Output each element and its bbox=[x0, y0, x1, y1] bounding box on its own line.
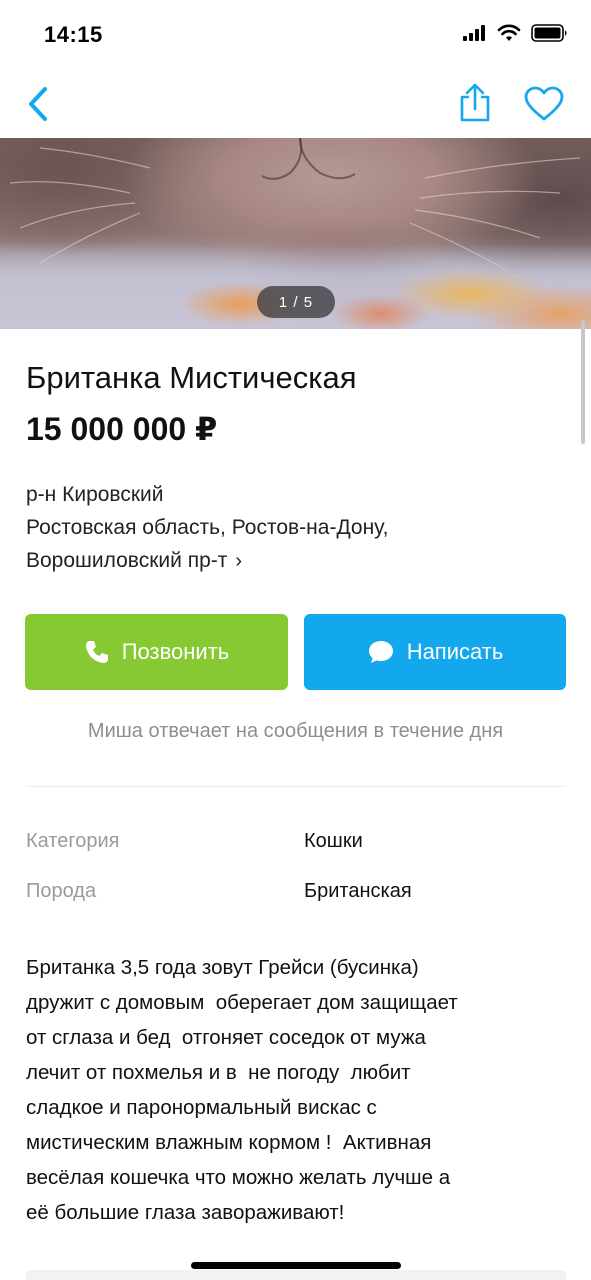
heart-icon bbox=[524, 86, 564, 121]
battery-icon bbox=[531, 24, 569, 47]
status-bar: 14:15 bbox=[0, 0, 591, 70]
wifi-icon bbox=[497, 24, 521, 47]
address-street-row: Ворошиловский пр-т › bbox=[26, 544, 566, 578]
param-value-category: Кошки bbox=[304, 830, 363, 852]
cellular-signal-icon bbox=[463, 25, 487, 46]
address-district: р-н Кировский bbox=[26, 483, 164, 506]
status-time: 14:15 bbox=[44, 22, 103, 47]
listing-description: Британка 3,5 года зовут Грейси (бусинка)… bbox=[26, 956, 458, 1224]
param-label-category: Категория bbox=[26, 830, 120, 852]
divider bbox=[26, 786, 566, 787]
write-button[interactable]: Написать bbox=[304, 614, 566, 690]
param-value-breed: Британская bbox=[304, 880, 412, 902]
call-button-label: Позвонить bbox=[121, 639, 230, 664]
home-indicator[interactable] bbox=[191, 1262, 401, 1269]
phone-icon bbox=[84, 639, 110, 665]
write-button-label: Написать bbox=[406, 639, 504, 664]
param-label-breed: Порода bbox=[26, 880, 97, 902]
chevron-left-icon bbox=[29, 87, 47, 121]
call-button[interactable]: Позвонить bbox=[25, 614, 288, 690]
address-region-city: Ростовская область, Ростов-на-Дону, bbox=[26, 516, 389, 539]
next-section-card bbox=[26, 1270, 566, 1280]
status-icons bbox=[463, 24, 569, 47]
photo-counter: 1 / 5 bbox=[257, 286, 335, 318]
seller-reply-note: Миша отвечает на сообщения в течение дня bbox=[87, 720, 504, 742]
listing-price: 15 000 000 ₽ bbox=[26, 411, 218, 447]
navigation-bar bbox=[0, 70, 591, 138]
share-icon bbox=[460, 83, 490, 122]
address-block[interactable]: р-н Кировский Ростовская область, Ростов… bbox=[26, 478, 566, 578]
address-street: Ворошиловский пр-т bbox=[26, 549, 228, 572]
favorite-button[interactable] bbox=[520, 82, 568, 126]
listing-title: Британка Мистическая bbox=[26, 360, 357, 395]
back-button[interactable] bbox=[18, 82, 58, 126]
chevron-right-icon: › bbox=[235, 550, 243, 572]
share-button[interactable] bbox=[452, 80, 498, 126]
chat-bubble-icon bbox=[367, 639, 395, 665]
scrollbar[interactable] bbox=[581, 320, 585, 444]
